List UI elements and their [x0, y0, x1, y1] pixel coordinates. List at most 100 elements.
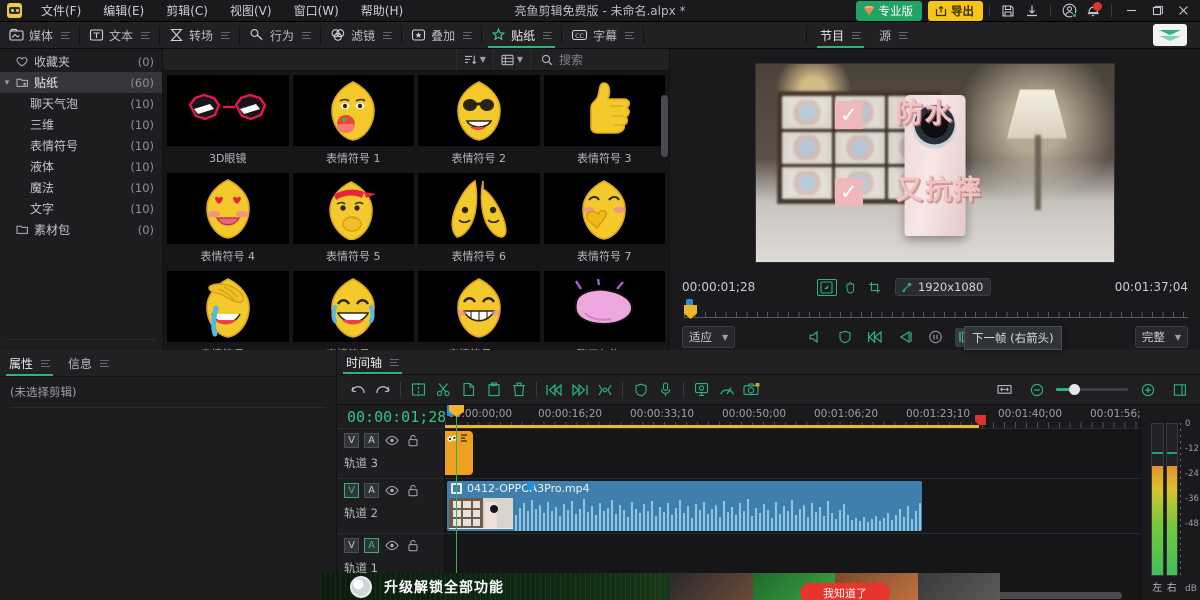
mark-out-icon[interactable]: [567, 379, 592, 401]
tab-caption[interactable]: CC 字幕: [562, 22, 643, 48]
pause-icon[interactable]: [925, 328, 946, 347]
tab-info[interactable]: 信息: [59, 350, 118, 376]
zoom-out-icon[interactable]: [1024, 379, 1049, 401]
preview-scrubber[interactable]: [670, 298, 1200, 324]
speed-icon[interactable]: [714, 379, 739, 401]
monitor-icon[interactable]: [689, 379, 714, 401]
tab-timeline[interactable]: 时间轴: [337, 350, 408, 374]
tab-sticker[interactable]: 贴纸: [482, 22, 561, 48]
close-button[interactable]: [1170, 0, 1196, 22]
tab-text[interactable]: 文本: [80, 22, 159, 48]
cut-icon[interactable]: [431, 379, 456, 401]
track-audio-toggle[interactable]: A: [364, 538, 379, 553]
tab-menu-icon[interactable]: [543, 32, 552, 39]
tab-filter[interactable]: 滤镜: [321, 22, 401, 48]
zoom-slider-knob[interactable]: [1069, 384, 1080, 395]
sticker-cell[interactable]: 表情符号 8: [165, 269, 291, 350]
sticker-cell[interactable]: 聊天气泡 1: [542, 269, 668, 350]
tree-item-words[interactable]: 文字 (10): [0, 198, 162, 219]
sticker-cell[interactable]: 表情符号 1: [291, 73, 417, 171]
selection-icon[interactable]: [817, 279, 837, 296]
mark-in-icon[interactable]: [542, 379, 567, 401]
save-icon[interactable]: [996, 1, 1020, 21]
download-icon[interactable]: [1020, 1, 1044, 21]
lock-icon[interactable]: [405, 483, 421, 498]
sticker-cell[interactable]: 表情符号 9: [291, 269, 417, 350]
menu-item-window[interactable]: 窗口(W): [283, 0, 350, 22]
paste-icon[interactable]: [481, 379, 506, 401]
track-video-toggle[interactable]: V: [344, 433, 359, 448]
tab-menu-icon[interactable]: [852, 32, 861, 39]
tab-menu-icon[interactable]: [463, 32, 472, 39]
menu-item-file[interactable]: 文件(F): [30, 0, 92, 22]
export-button[interactable]: 导出: [928, 1, 983, 21]
link-icon[interactable]: [592, 379, 617, 401]
snapshot-icon[interactable]: [739, 379, 764, 401]
tree-item-stickers[interactable]: ▾ 贴纸 (60): [0, 72, 162, 93]
eye-icon[interactable]: [384, 483, 400, 498]
tab-menu-icon[interactable]: [390, 359, 399, 366]
menu-item-edit[interactable]: 编辑(E): [92, 0, 155, 22]
panel-icon[interactable]: [1167, 379, 1192, 401]
tab-menu-icon[interactable]: [41, 360, 50, 367]
tab-properties[interactable]: 属性: [0, 350, 59, 376]
hand-icon[interactable]: [841, 279, 861, 296]
sticker-cell[interactable]: 表情符号 6: [416, 171, 542, 269]
crop-icon[interactable]: [865, 279, 885, 296]
sticker-cell[interactable]: 表情符号 3: [542, 73, 668, 171]
promo-button[interactable]: 我知道了: [800, 583, 890, 600]
track-row-2[interactable]: 0412-OPPOA3Pro.mp4: [445, 478, 1140, 533]
menu-item-help[interactable]: 帮助(H): [350, 0, 414, 22]
pro-version-button[interactable]: 专业版: [856, 1, 923, 21]
tab-menu-icon[interactable]: [899, 32, 908, 39]
eye-icon[interactable]: [384, 538, 400, 553]
video-clip[interactable]: 0412-OPPOA3Pro.mp4: [447, 481, 922, 531]
menu-item-clip[interactable]: 剪辑(C): [155, 0, 219, 22]
tree-item-3d[interactable]: 三维 (10): [0, 114, 162, 135]
fit-mode-select[interactable]: 适应 ▼: [682, 326, 735, 348]
sticker-cell[interactable]: 表情符号 10: [416, 269, 542, 350]
lock-icon[interactable]: [405, 433, 421, 448]
tree-item-liquid[interactable]: 液体 (10): [0, 156, 162, 177]
tab-menu-icon[interactable]: [221, 32, 230, 39]
tab-menu-icon[interactable]: [100, 360, 109, 367]
shield-icon[interactable]: [628, 379, 653, 401]
timeline-tracks-area[interactable]: 00:00:00;00 00:00:16;20 00:00:33;10 00:0…: [445, 405, 1140, 600]
tab-menu-icon[interactable]: [625, 32, 634, 39]
track-video-toggle[interactable]: V: [344, 483, 359, 498]
redo-icon[interactable]: [370, 379, 395, 401]
tab-behavior[interactable]: 行为: [240, 22, 320, 48]
step-back-icon[interactable]: [895, 328, 916, 347]
mic-icon[interactable]: [653, 379, 678, 401]
tree-item-chat-bubble[interactable]: 聊天气泡 (10): [0, 93, 162, 114]
tab-program[interactable]: 节目: [811, 22, 870, 48]
grid-view-icon[interactable]: ▼: [493, 49, 530, 70]
tab-menu-icon[interactable]: [141, 32, 150, 39]
copy-icon[interactable]: [456, 379, 481, 401]
eye-icon[interactable]: [384, 433, 400, 448]
tab-transition[interactable]: 转场: [160, 22, 239, 48]
sticker-cell[interactable]: 表情符号 4: [165, 171, 291, 269]
search-box[interactable]: [530, 49, 659, 70]
video-display[interactable]: ✓ ✓ 防水 又抗摔: [670, 49, 1200, 276]
split-icon[interactable]: [406, 379, 431, 401]
promo-banner[interactable]: 升级解锁全部功能 我知道了: [320, 573, 1000, 600]
sort-icon[interactable]: ▼: [456, 49, 493, 70]
track-video-toggle[interactable]: V: [344, 538, 359, 553]
timeline-ruler[interactable]: 00:00:00;00 00:00:16;20 00:00:33;10 00:0…: [445, 405, 1140, 428]
search-input[interactable]: [559, 53, 659, 67]
lock-icon[interactable]: [405, 538, 421, 553]
tree-item-magic[interactable]: 魔法 (10): [0, 177, 162, 198]
sticker-cell[interactable]: 表情符号 7: [542, 171, 668, 269]
safe-area-icon[interactable]: [835, 328, 856, 347]
tab-menu-icon[interactable]: [383, 32, 392, 39]
quality-select[interactable]: 完整 ▼: [1135, 326, 1188, 348]
account-icon[interactable]: [1057, 1, 1081, 21]
skip-start-icon[interactable]: [865, 328, 886, 347]
browser-scrollbar[interactable]: [661, 95, 668, 157]
playhead[interactable]: [456, 405, 457, 600]
sticker-clip[interactable]: [445, 431, 473, 475]
zoom-in-icon[interactable]: [1135, 379, 1160, 401]
resolution-selector[interactable]: 1920x1080: [895, 278, 991, 296]
tab-source[interactable]: 源: [870, 22, 917, 48]
